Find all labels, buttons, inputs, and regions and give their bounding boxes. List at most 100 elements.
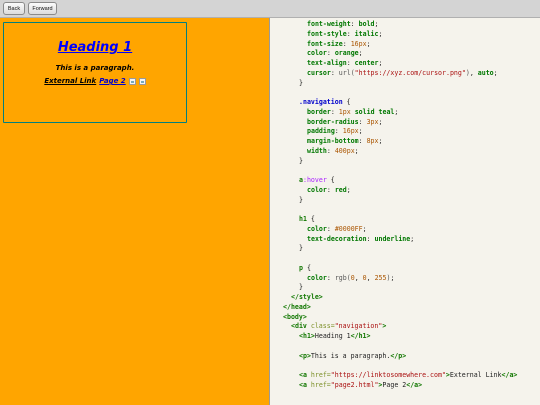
code-token: border-radius — [307, 117, 359, 126]
code-token: h1 — [299, 215, 307, 223]
code-token: 16px — [342, 127, 359, 136]
code-token: ; — [354, 146, 359, 155]
code-token: : — [346, 59, 355, 67]
broken-image-icon — [128, 78, 136, 85]
code-token: "https://linktosomewhere.com" — [330, 371, 446, 379]
code-token: } — [299, 156, 303, 165]
code-token: Page 2 — [382, 380, 407, 389]
code-token: padding — [307, 127, 335, 136]
code-token: .navigation — [299, 98, 343, 106]
code-token: : — [326, 146, 335, 155]
code-token: underline — [374, 234, 411, 243]
link-row: External Link Page 2 — [4, 77, 186, 86]
code-line: margin-bottom: 8px; — [307, 137, 382, 147]
code-token: color — [307, 49, 327, 58]
code-token: , — [469, 68, 478, 77]
code-token: auto — [477, 68, 494, 77]
code-token: color — [307, 185, 327, 194]
code-token: This is a paragraph. — [310, 351, 391, 360]
code-line: } — [299, 79, 303, 89]
code-line: width: 400px; — [307, 147, 359, 157]
page2-link[interactable]: Page 2 — [99, 77, 125, 86]
code-token: red — [334, 185, 347, 194]
code-token: color — [307, 273, 327, 282]
code-token: 8px — [366, 137, 379, 145]
code-line: <body> — [283, 313, 307, 323]
code-token: text-align — [307, 59, 347, 67]
code-token: class= — [310, 322, 335, 331]
code-token: </a> — [406, 380, 423, 389]
code-token: :hover — [302, 176, 327, 184]
code-token: { — [306, 215, 315, 223]
code-editor[interactable]: font-weight: bold; font-style: italic; fon… — [270, 18, 540, 405]
code-token: : — [326, 49, 335, 58]
code-token: <body> — [283, 312, 307, 321]
code-token: : — [346, 29, 355, 38]
code-token: , — [366, 273, 375, 282]
code-token: ; — [358, 49, 363, 58]
code-line: <a href="https://linktosomewhere.com">Ex… — [299, 371, 517, 381]
code-line: } — [299, 244, 303, 254]
code-line: font-style: italic; — [307, 30, 382, 40]
preview-pane: Heading 1 This is a paragraph. External … — [0, 18, 269, 405]
code-token: bold — [358, 20, 375, 28]
code-token: margin-bottom — [307, 137, 359, 145]
code-line: } — [299, 196, 303, 206]
code-line: </head> — [283, 303, 311, 313]
code-token: text-decoration — [307, 234, 367, 243]
code-line: <a href="page2.html">Page 2</a> — [299, 381, 422, 391]
broken-image-icon — [138, 78, 146, 85]
code-token: 1px — [338, 107, 351, 116]
code-token: 255 — [374, 273, 387, 282]
code-token: </h1> — [350, 332, 371, 340]
code-line: color: orange; — [307, 49, 363, 59]
code-token: "https://xyz.com/cursor.png" — [354, 68, 466, 77]
code-token: <a — [299, 371, 311, 379]
code-token: href= — [310, 371, 331, 379]
code-token: ; — [374, 20, 379, 28]
code-token: font-style — [307, 29, 347, 38]
code-line: <div class="navigation"> — [291, 322, 386, 332]
code-token: ; — [366, 39, 371, 48]
code-token: ; — [394, 107, 399, 116]
code-token: : — [326, 273, 335, 282]
code-token: External Link — [449, 371, 502, 379]
code-token: <div — [291, 322, 311, 331]
code-token: href= — [310, 380, 331, 389]
browser-toolbar: Back Forward — [0, 0, 540, 18]
code-token: #0000FF — [334, 224, 363, 233]
code-token: width — [307, 146, 327, 155]
code-token: rgb( — [334, 273, 351, 282]
navigation-box: Heading 1 This is a paragraph. External … — [3, 22, 187, 123]
code-line: font-size: 16px; — [307, 40, 371, 50]
code-token: : — [350, 20, 359, 28]
code-token: 400px — [334, 146, 355, 155]
code-token: : — [330, 107, 339, 116]
code-token: </p> — [390, 351, 407, 360]
code-token: : — [330, 68, 339, 77]
code-token: </a> — [501, 371, 518, 379]
code-token: ; — [378, 59, 383, 67]
code-token: { — [326, 176, 335, 184]
code-token: 3px — [366, 117, 379, 126]
external-link[interactable]: External Link — [44, 77, 96, 86]
code-line: </style> — [291, 293, 323, 303]
code-token: </style> — [291, 293, 323, 301]
code-token: ; — [410, 234, 415, 243]
code-token: ; — [358, 127, 363, 136]
forward-button[interactable]: Forward — [28, 2, 57, 15]
code-token: ; — [493, 68, 498, 77]
code-line: h1 { — [299, 215, 315, 225]
code-line: } — [299, 157, 303, 167]
code-token: center — [354, 59, 379, 67]
back-button[interactable]: Back — [3, 2, 25, 15]
code-line: font-weight: bold; — [307, 20, 379, 30]
code-token: { — [302, 263, 311, 272]
code-token: : — [334, 127, 343, 136]
code-token: ; — [362, 224, 367, 233]
code-token: ; — [346, 185, 351, 194]
code-line: text-decoration: underline; — [307, 235, 414, 245]
code-token: } — [299, 244, 303, 253]
code-token: : — [326, 185, 335, 194]
code-line: cursor: url("https://xyz.com/cursor.png"… — [307, 69, 498, 79]
